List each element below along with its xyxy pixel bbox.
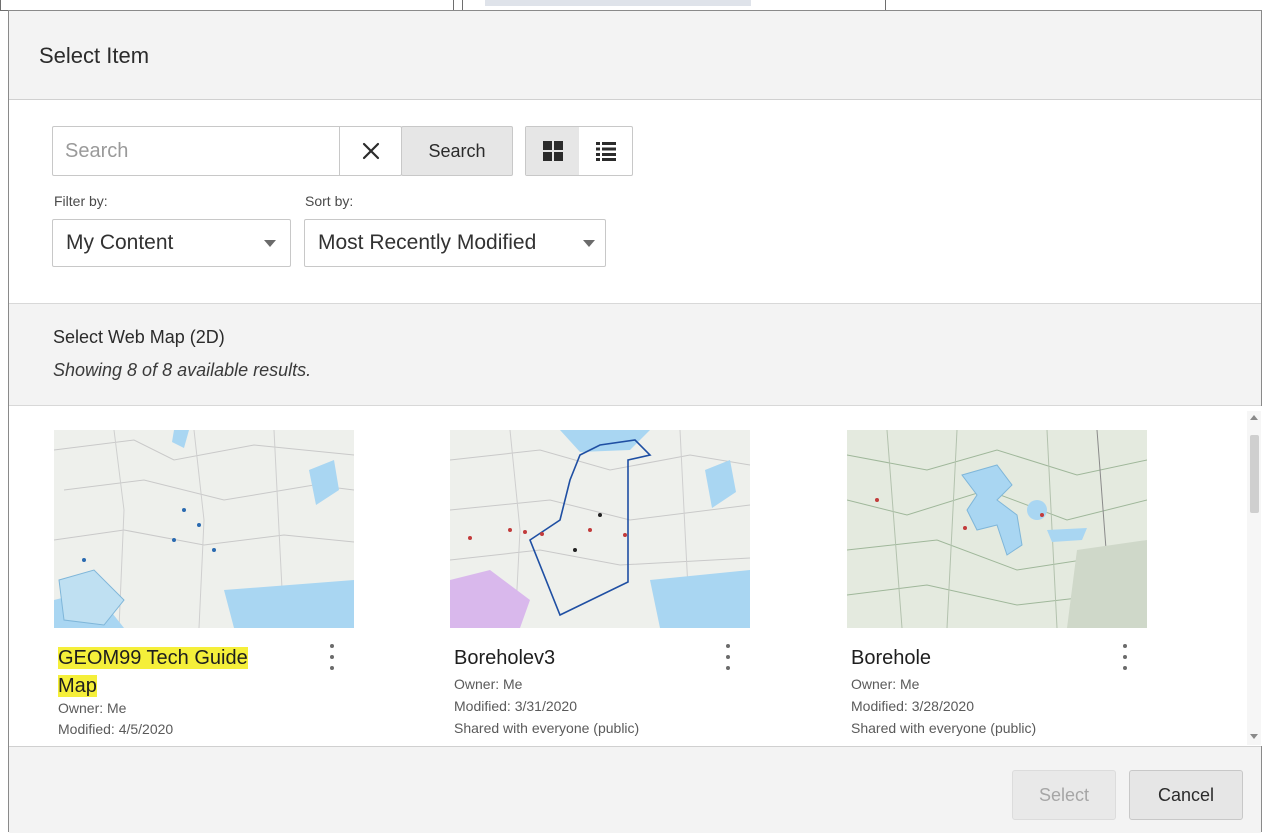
map-thumbnail-image bbox=[450, 430, 750, 628]
item-modified: Modified: 3/31/2020 bbox=[454, 698, 577, 714]
top-frame-scroll bbox=[485, 0, 751, 6]
item-menu-icon[interactable] bbox=[722, 644, 734, 670]
chevron-down-icon bbox=[264, 240, 276, 247]
item-shared: Shared with everyone (public) bbox=[454, 720, 640, 736]
map-thumbnail[interactable] bbox=[450, 430, 750, 628]
map-thumbnail-image bbox=[54, 430, 354, 628]
item-title-line1: Borehole bbox=[851, 647, 932, 669]
dialog-header: Select Item bbox=[9, 11, 1261, 100]
results-scrollbar[interactable] bbox=[1247, 411, 1261, 745]
item-title[interactable]: Boreholev3 bbox=[454, 644, 704, 672]
results-section-header: Select Web Map (2D) Showing 8 of 8 avail… bbox=[9, 303, 1261, 406]
filter-label: Filter by: bbox=[54, 193, 108, 209]
item-title-line2: Map bbox=[58, 675, 97, 697]
select-item-dialog: Select Item Search Filter by: My Content bbox=[8, 10, 1263, 833]
item-title[interactable]: Borehole bbox=[851, 644, 1101, 672]
list-view-button[interactable] bbox=[579, 127, 632, 175]
search-box bbox=[52, 126, 402, 176]
view-toggle bbox=[525, 126, 633, 176]
grid-view-button[interactable] bbox=[526, 127, 579, 175]
item-title[interactable]: GEOM99 Tech Guide Map bbox=[58, 644, 308, 700]
cancel-button[interactable]: Cancel bbox=[1129, 770, 1243, 820]
item-menu-icon[interactable] bbox=[326, 644, 338, 670]
filter-select[interactable]: My Content bbox=[52, 219, 291, 267]
item-modified: Modified: 3/28/2020 bbox=[851, 698, 974, 714]
results-count: Showing 8 of 8 available results. bbox=[53, 360, 312, 380]
section-title: Select Web Map (2D) bbox=[53, 327, 225, 347]
sort-label: Sort by: bbox=[305, 193, 354, 209]
item-owner: Owner: Me bbox=[851, 676, 920, 692]
clear-search-button[interactable] bbox=[339, 127, 402, 175]
map-thumbnail[interactable] bbox=[847, 430, 1147, 628]
filter-select-value: My Content bbox=[66, 231, 174, 254]
scroll-down-icon[interactable] bbox=[1250, 734, 1258, 739]
list-icon bbox=[595, 142, 616, 161]
item-modified: Modified: 4/5/2020 bbox=[58, 721, 174, 737]
item-title-line1: Boreholev3 bbox=[454, 647, 556, 669]
grid-icon bbox=[542, 141, 563, 161]
map-thumbnail[interactable] bbox=[54, 430, 354, 628]
item-title-line1: GEOM99 Tech Guide bbox=[58, 647, 248, 669]
select-button[interactable]: Select bbox=[1012, 770, 1116, 820]
results-grid: GEOM99 Tech Guide Map Owner: Me Modified… bbox=[9, 406, 1263, 746]
item-card[interactable]: Boreholev3 Owner: Me Modified: 3/31/2020… bbox=[450, 430, 750, 746]
search-input[interactable] bbox=[53, 127, 339, 175]
item-card[interactable]: Borehole Owner: Me Modified: 3/28/2020 S… bbox=[847, 430, 1147, 746]
dialog-footer: Select Cancel bbox=[9, 746, 1261, 833]
dialog-title: Select Item bbox=[39, 43, 150, 68]
item-menu-icon[interactable] bbox=[1119, 644, 1131, 670]
scrollbar-thumb[interactable] bbox=[1250, 435, 1259, 513]
item-card[interactable]: GEOM99 Tech Guide Map Owner: Me Modified… bbox=[54, 430, 354, 746]
close-icon bbox=[362, 142, 380, 160]
chevron-down-icon bbox=[583, 240, 595, 247]
scroll-up-icon[interactable] bbox=[1250, 415, 1258, 420]
search-button[interactable]: Search bbox=[401, 126, 513, 176]
map-thumbnail-image bbox=[847, 430, 1147, 628]
sort-select[interactable]: Most Recently Modified bbox=[304, 219, 606, 267]
item-shared: Shared with everyone (public) bbox=[851, 720, 1037, 736]
item-owner: Owner: Me bbox=[454, 676, 523, 692]
item-owner: Owner: Me bbox=[58, 700, 127, 716]
sort-select-value: Most Recently Modified bbox=[318, 231, 537, 254]
